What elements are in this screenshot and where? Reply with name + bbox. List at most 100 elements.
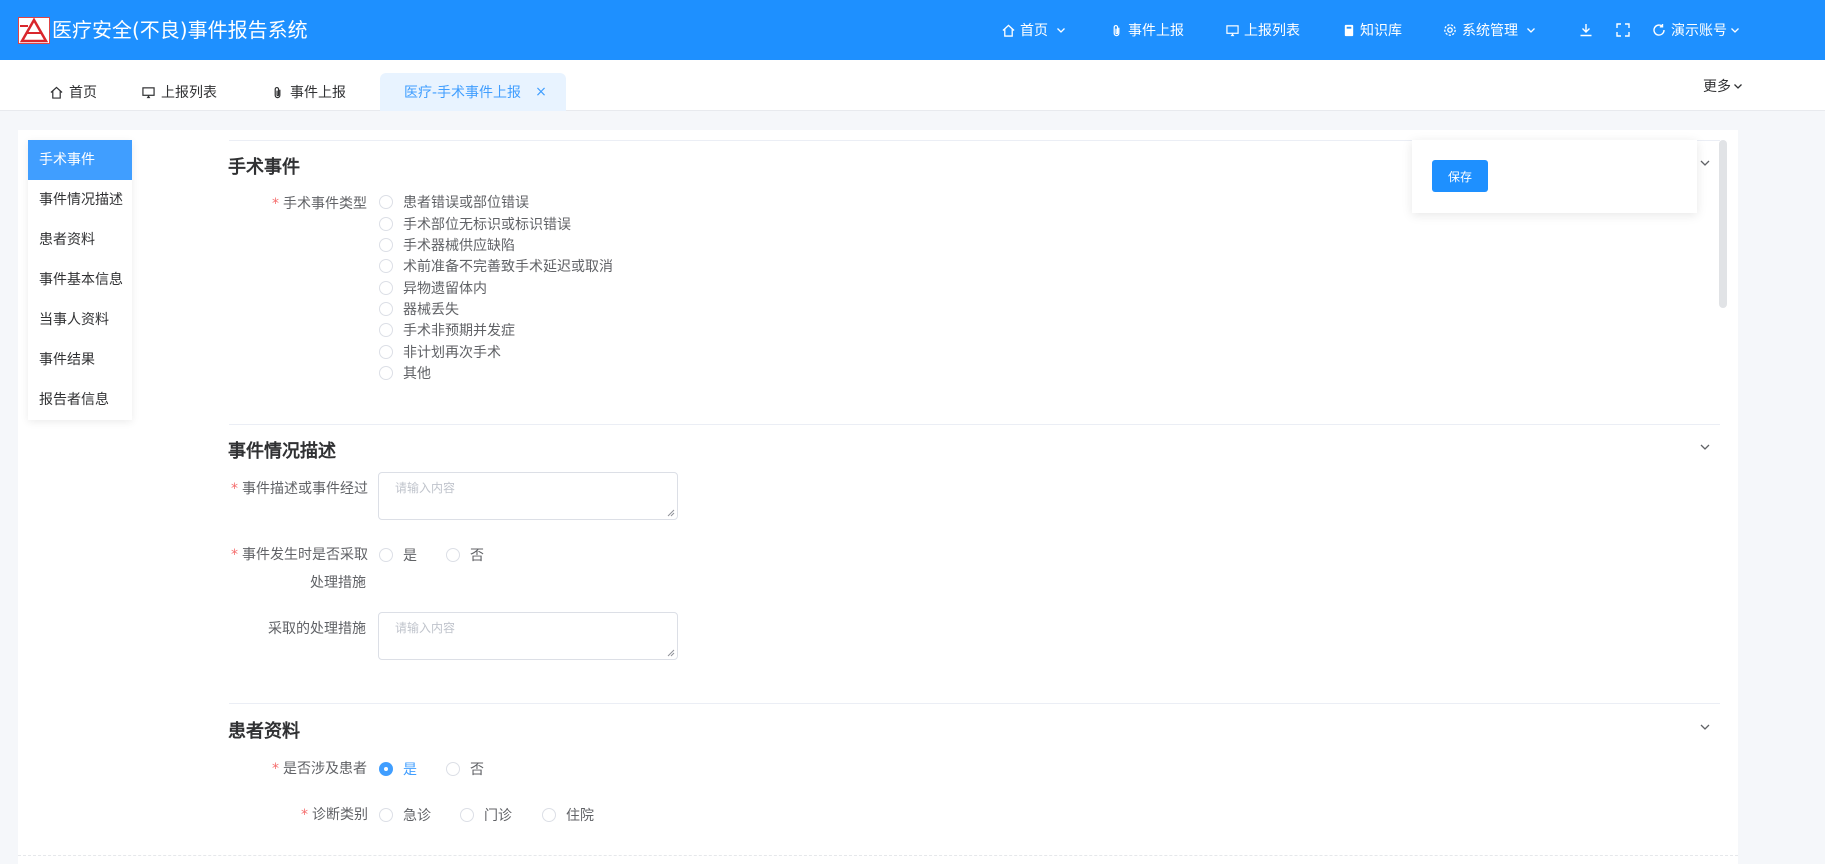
fullscreen-button[interactable] [1616,18,1635,42]
radio-button[interactable] [446,548,460,562]
chevron-down-icon [1527,28,1535,33]
tabs-more-menu[interactable]: 更多 [1703,76,1743,96]
chevron-down-icon[interactable] [1699,157,1711,169]
surgery-type-option[interactable]: 非计划再次手术 [379,342,501,362]
scrollbar[interactable] [1719,140,1727,308]
nav-report-list[interactable]: 上报列表 [1226,18,1300,42]
account-label: 演示账号 [1671,23,1727,39]
tab-report-list[interactable]: 上报列表 [142,73,217,111]
anchor-item-reporter-info[interactable]: 报告者信息 [28,380,132,420]
nav-report-list-label: 上报列表 [1244,23,1300,39]
section-divider [229,424,1720,425]
patient-involved-label: * 是否涉及患者 [272,761,367,777]
radio-button-checked[interactable] [379,762,393,776]
resize-grip-icon[interactable] [667,649,675,657]
radio-button[interactable] [379,323,393,337]
section-anchor-nav: 手术事件 事件情况描述 患者资料 事件基本信息 当事人资料 事件结果 报告者信息 [28,140,132,420]
section-title-description: 事件情况描述 [228,441,336,462]
radio-button[interactable] [379,548,393,562]
diagnosis-emergency-radio[interactable]: 急诊 [379,805,431,825]
anchor-item-patient-info[interactable]: 患者资料 [28,220,132,260]
nav-home[interactable]: 首页 [1002,18,1071,42]
radio-button[interactable] [379,366,393,380]
diagnosis-outpatient-radio[interactable]: 门诊 [460,805,512,825]
event-description-label: * 事件描述或事件经过 [231,481,368,497]
download-icon [1580,24,1592,37]
patient-involved-no-radio[interactable]: 否 [446,759,484,779]
radio-button[interactable] [379,808,393,822]
radio-button[interactable] [379,259,393,273]
paperclip-icon [1113,24,1120,36]
divider [18,855,1738,856]
download-button[interactable] [1579,18,1598,42]
surgery-type-option[interactable]: 器械丢失 [379,299,459,319]
tab-home-label: 首页 [69,85,97,101]
anchor-item-party-info[interactable]: 当事人资料 [28,300,132,340]
nav-home-label: 首页 [1020,23,1048,39]
tab-report-event-label: 事件上报 [290,85,346,101]
measures-taken-no-radio[interactable]: 否 [446,545,484,565]
measures-taken-question-label-line2: 处理措施 [310,575,366,591]
radio-button[interactable] [379,195,393,209]
fullscreen-icon [1616,23,1630,37]
measures-label: 采取的处理措施 [268,621,366,637]
paperclip-icon [274,86,281,98]
nav-report-event-label: 事件上报 [1128,23,1184,39]
chevron-down-icon [1057,28,1065,33]
gear-icon [1444,24,1456,36]
nav-knowledge-base-label: 知识库 [1360,23,1402,39]
measures-textarea[interactable]: 请输入内容 [378,612,678,660]
monitor-icon [1226,24,1239,36]
radio-button[interactable] [379,217,393,231]
logo [18,17,50,44]
anchor-item-surgery-event[interactable]: 手术事件 [28,140,132,180]
more-label: 更多 [1703,79,1731,95]
top-header: 医疗安全(不良)事件报告系统 首页 事件上报 上报列表 知识库 系统管理 演示账… [0,0,1825,60]
tab-bar: 首页 上报列表 事件上报 医疗-手术事件上报 × 更多 [0,60,1825,111]
surgery-type-option[interactable]: 患者错误或部位错误 [379,192,529,212]
tab-report-event[interactable]: 事件上报 [272,73,346,111]
radio-button[interactable] [460,808,474,822]
app-title: 医疗安全(不良)事件报告系统 [52,18,308,42]
book-icon [1344,24,1354,36]
refresh-icon [1653,24,1665,36]
anchor-item-event-description[interactable]: 事件情况描述 [28,180,132,220]
resize-grip-icon[interactable] [667,509,675,517]
home-icon [50,86,63,99]
surgery-type-option[interactable]: 异物遗留体内 [379,278,487,298]
radio-button[interactable] [379,302,393,316]
surgery-type-option[interactable]: 其他 [379,363,431,383]
save-button[interactable]: 保存 [1432,160,1488,192]
surgery-type-option[interactable]: 手术部位无标识或标识错误 [379,214,571,234]
anchor-item-event-result[interactable]: 事件结果 [28,340,132,380]
home-icon [1002,24,1015,37]
surgery-type-option[interactable]: 手术器械供应缺陷 [379,235,515,255]
tab-home[interactable]: 首页 [50,73,97,111]
radio-button[interactable] [379,345,393,359]
radio-button[interactable] [379,238,393,252]
nav-knowledge-base[interactable]: 知识库 [1343,18,1402,42]
tab-close-icon[interactable]: × [535,84,547,100]
diagnosis-inpatient-radio[interactable]: 住院 [542,805,594,825]
measures-taken-question-label: * 事件发生时是否采取 [231,547,368,563]
anchor-item-event-basic-info[interactable]: 事件基本信息 [28,260,132,300]
tab-surgery-event-report[interactable]: 医疗-手术事件上报 × [380,73,566,111]
surgery-type-option[interactable]: 术前准备不完善致手术延迟或取消 [379,256,613,276]
chevron-down-icon[interactable] [1699,441,1711,453]
account-menu[interactable]: 演示账号 [1652,18,1745,42]
radio-button[interactable] [542,808,556,822]
section-title-surgery: 手术事件 [228,157,300,178]
measures-taken-yes-radio[interactable]: 是 [379,545,417,565]
chevron-down-icon[interactable] [1699,721,1711,733]
surgery-type-option[interactable]: 手术非预期并发症 [379,320,515,340]
patient-involved-yes-radio[interactable]: 是 [379,759,417,779]
radio-button[interactable] [379,281,393,295]
tab-active-label: 医疗-手术事件上报 [404,85,522,101]
radio-button[interactable] [446,762,460,776]
nav-report-event[interactable]: 事件上报 [1111,18,1184,42]
nav-system-admin[interactable]: 系统管理 [1443,18,1541,42]
nav-system-admin-label: 系统管理 [1462,23,1518,39]
event-description-textarea[interactable]: 请输入内容 [378,472,678,520]
tab-report-list-label: 上报列表 [161,85,217,101]
section-title-patient: 患者资料 [228,721,300,742]
